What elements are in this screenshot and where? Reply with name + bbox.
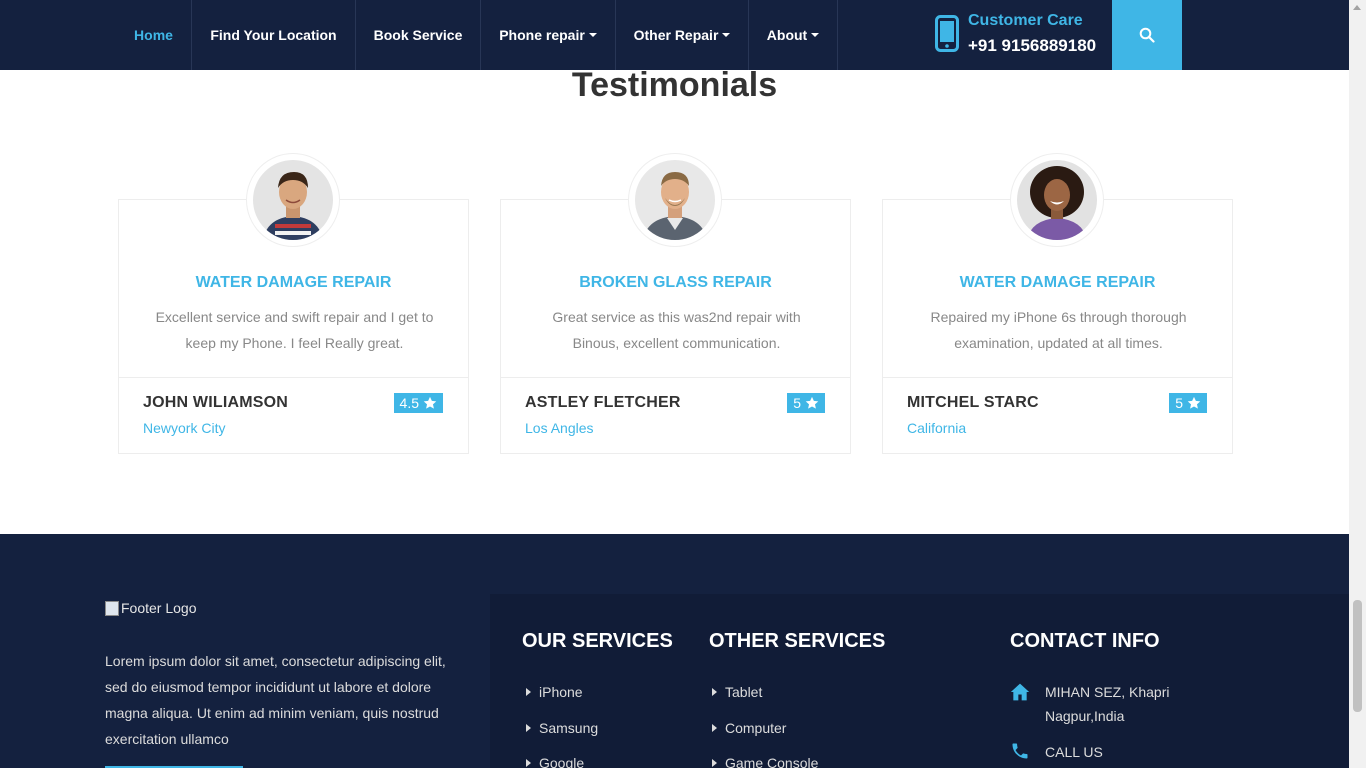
call-us-label: CALL US xyxy=(1045,744,1103,760)
testimonial-footer: JOHN WILIAMSON Newyork City 4.5 xyxy=(119,377,468,454)
address-line-2: Nagpur,India xyxy=(1045,708,1125,724)
footer-link-game-console[interactable]: Game Console xyxy=(712,755,818,768)
nav-home-label: Home xyxy=(134,27,173,43)
footer-description: Lorem ipsum dolor sit amet, consectetur … xyxy=(105,653,446,747)
customer-name: JOHN WILIAMSON xyxy=(143,394,289,411)
customer-photo-man xyxy=(253,160,333,240)
customer-photo-woman xyxy=(1017,160,1097,240)
our-services-title: OUR SERVICES xyxy=(522,630,673,652)
rating-badge: 5 xyxy=(787,393,825,413)
footer-link-google[interactable]: Google xyxy=(526,755,584,768)
customer-name: MITCHEL STARC xyxy=(907,394,1039,411)
contact-call[interactable]: CALL US xyxy=(1010,740,1210,766)
caret-right-icon xyxy=(712,759,717,767)
rating-value: 5 xyxy=(1175,395,1183,411)
testimonial-text: Great service as this was2nd repair with… xyxy=(552,309,801,351)
caret-down-icon xyxy=(811,33,820,37)
customer-location: Newyork City xyxy=(143,420,226,436)
footer-link-label: iPhone xyxy=(539,684,583,700)
testimonial-service: BROKEN GLASS REPAIR xyxy=(579,274,772,291)
contact-address: MIHAN SEZ, Khapri Nagpur,India xyxy=(1010,680,1210,730)
footer-link-label: Google xyxy=(539,755,585,768)
customer-photo-man xyxy=(635,160,715,240)
caret-right-icon xyxy=(526,688,531,696)
site-footer: Footer Logo Lorem ipsum dolor sit amet, … xyxy=(0,534,1349,768)
testimonial-service: WATER DAMAGE REPAIR xyxy=(195,274,392,291)
footer-logo[interactable]: Footer Logo xyxy=(105,600,197,616)
footer-link-label: Samsung xyxy=(539,720,599,736)
customer-care-phone[interactable]: +91 9156889180 xyxy=(968,36,1096,56)
avatar xyxy=(628,153,722,247)
footer-link-label: Tablet xyxy=(725,684,763,700)
nav-home[interactable]: Home xyxy=(116,0,192,70)
caret-right-icon xyxy=(712,688,717,696)
contact-info-title: CONTACT INFO xyxy=(1010,630,1160,652)
nav-phone-repair-label: Phone repair xyxy=(499,27,585,43)
footer-link-samsung[interactable]: Samsung xyxy=(526,720,598,736)
page: Home Find Your Location Book Service Pho… xyxy=(0,0,1349,768)
avatar xyxy=(1010,153,1104,247)
nav-book-service[interactable]: Book Service xyxy=(356,0,481,70)
testimonial-service: WATER DAMAGE REPAIR xyxy=(959,274,1156,291)
phone-icon xyxy=(1012,743,1028,759)
star-icon xyxy=(423,396,437,409)
nav-phone-repair[interactable]: Phone repair xyxy=(481,0,616,70)
caret-right-icon xyxy=(712,724,717,732)
customer-care-label: Customer Care xyxy=(968,12,1083,29)
avatar xyxy=(246,153,340,247)
nav-about-label: About xyxy=(766,27,808,43)
testimonial-card: WATER DAMAGE REPAIR Repaired my iPhone 6… xyxy=(882,153,1233,454)
nav-other-repair-label: Other Repair xyxy=(633,27,719,43)
customer-name: ASTLEY FLETCHER xyxy=(525,394,681,411)
vertical-scrollbar[interactable] xyxy=(1349,0,1366,768)
star-icon xyxy=(805,396,819,409)
footer-link-tablet[interactable]: Tablet xyxy=(712,684,762,700)
caret-down-icon xyxy=(588,33,597,37)
mobile-phone-icon xyxy=(935,15,959,52)
caret-right-icon xyxy=(526,724,531,732)
testimonial-footer: MITCHEL STARC California 5 xyxy=(883,377,1232,454)
footer-link-label: Computer xyxy=(725,720,787,736)
caret-down-icon xyxy=(722,33,731,37)
footer-link-label: Game Console xyxy=(725,755,819,768)
rating-badge: 5 xyxy=(1169,393,1207,413)
rating-badge: 4.5 xyxy=(393,393,443,413)
testimonial-text: Repaired my iPhone 6s through thorough e… xyxy=(930,309,1187,351)
customer-location: Los Angles xyxy=(525,420,594,436)
testimonial-card: WATER DAMAGE REPAIR Excellent service an… xyxy=(118,153,469,454)
scrollbar-thumb[interactable] xyxy=(1353,600,1362,712)
nav-book-service-label: Book Service xyxy=(373,27,463,43)
caret-right-icon xyxy=(526,759,531,767)
nav-find-location[interactable]: Find Your Location xyxy=(192,0,356,70)
nav-other-repair[interactable]: Other Repair xyxy=(616,0,749,70)
rating-value: 5 xyxy=(793,395,801,411)
rating-value: 4.5 xyxy=(399,395,419,411)
search-icon xyxy=(1139,27,1155,43)
home-icon xyxy=(1010,683,1030,701)
testimonial-card: BROKEN GLASS REPAIR Great service as thi… xyxy=(500,153,851,454)
footer-links-panel xyxy=(490,594,1349,768)
search-button[interactable] xyxy=(1112,0,1182,70)
star-icon xyxy=(1187,396,1201,409)
nav-find-location-label: Find Your Location xyxy=(210,27,337,43)
footer-link-computer[interactable]: Computer xyxy=(712,720,786,736)
testimonials-title: Testimonials xyxy=(571,66,778,104)
address-line-1: MIHAN SEZ, Khapri xyxy=(1045,684,1170,700)
main-navbar: Home Find Your Location Book Service Pho… xyxy=(0,0,1349,70)
footer-link-iphone[interactable]: iPhone xyxy=(526,684,583,700)
other-services-title: OTHER SERVICES xyxy=(709,630,886,652)
nav-about[interactable]: About xyxy=(749,0,838,70)
broken-image-icon xyxy=(105,600,119,616)
footer-logo-alt: Footer Logo xyxy=(121,600,197,616)
customer-location: California xyxy=(907,420,967,436)
scroll-up-arrow-icon[interactable] xyxy=(1353,5,1361,10)
testimonial-text: Excellent service and swift repair and I… xyxy=(155,309,434,351)
testimonial-footer: ASTLEY FLETCHER Los Angles 5 xyxy=(501,377,850,454)
